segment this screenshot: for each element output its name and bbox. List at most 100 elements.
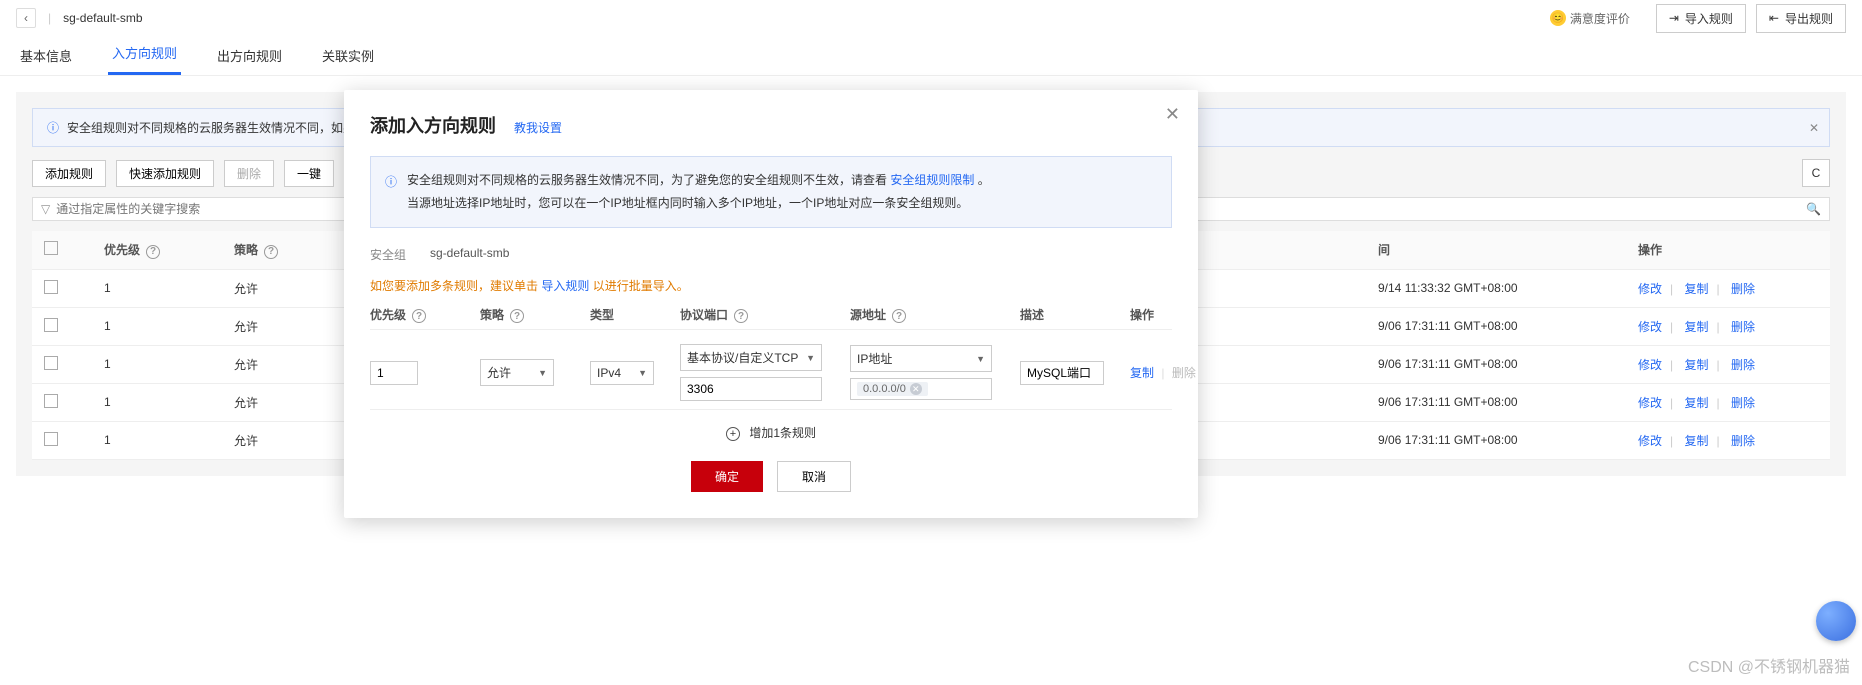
chevron-down-icon: ▼ <box>976 354 985 364</box>
row-actions: 修改| 复制| 删除 <box>1638 356 1818 373</box>
cell-priority: 1 <box>104 281 234 295</box>
topbar: ‹ | sg-default-smb 😊 满意度评价 ⇥ 导入规则 ⇤ 导出规则 <box>0 0 1862 36</box>
modal-title: 添加入方向规则 <box>370 112 496 138</box>
delete-link[interactable]: 删除 <box>1731 434 1755 448</box>
teach-me-link[interactable]: 教我设置 <box>514 119 562 136</box>
alert-text-1b: 。 <box>978 173 990 187</box>
help-icon[interactable]: ? <box>510 309 524 323</box>
delete-link[interactable]: 删除 <box>1731 396 1755 410</box>
cell-priority: 1 <box>104 319 234 333</box>
description-input[interactable] <box>1020 361 1104 385</box>
oneclick-button[interactable]: 一键 <box>284 160 334 187</box>
row-actions: 修改| 复制| 删除 <box>1638 432 1818 449</box>
import-icon: ⇥ <box>1669 11 1679 25</box>
row-checkbox[interactable] <box>44 280 58 294</box>
select-all-checkbox[interactable] <box>44 241 58 255</box>
cell-time: 9/06 17:31:11 GMT+08:00 <box>1378 357 1638 371</box>
modify-link[interactable]: 修改 <box>1638 396 1662 410</box>
tab-associate-instances[interactable]: 关联实例 <box>318 46 378 75</box>
ok-button[interactable]: 确定 <box>691 461 763 492</box>
back-button[interactable]: ‹ <box>16 8 36 28</box>
help-icon[interactable]: ? <box>146 245 160 259</box>
row-checkbox[interactable] <box>44 318 58 332</box>
ip-chip: 0.0.0.0/0 ✕ <box>857 382 928 396</box>
tab-inbound-rules[interactable]: 入方向规则 <box>108 43 181 75</box>
type-select[interactable]: IPv4▼ <box>590 361 654 385</box>
modify-link[interactable]: 修改 <box>1638 320 1662 334</box>
separator: | <box>48 11 51 25</box>
remove-chip-icon[interactable]: ✕ <box>910 383 922 395</box>
form-row: 允许▼ IPv4▼ 基本协议/自定义TCP▼ IP地址▼ 0.0.0.0/0 ✕… <box>370 330 1172 410</box>
refresh-button[interactable]: C <box>1802 159 1830 187</box>
port-input[interactable] <box>680 377 822 401</box>
row-checkbox[interactable] <box>44 432 58 446</box>
import-rules-button[interactable]: ⇥ 导入规则 <box>1656 4 1746 33</box>
search-icon[interactable]: 🔍 <box>1806 202 1821 216</box>
help-icon[interactable]: ? <box>264 245 278 259</box>
import-rules-link[interactable]: 导入规则 <box>541 279 589 293</box>
row-actions: 修改| 复制| 删除 <box>1638 280 1818 297</box>
col-time: 间 <box>1378 241 1638 258</box>
delete-link[interactable]: 删除 <box>1731 358 1755 372</box>
delete-link[interactable]: 删除 <box>1731 282 1755 296</box>
cell-time: 9/06 17:31:11 GMT+08:00 <box>1378 319 1638 333</box>
modify-link[interactable]: 修改 <box>1638 358 1662 372</box>
chevron-down-icon: ▼ <box>638 368 647 378</box>
tabs: 基本信息 入方向规则 出方向规则 关联实例 <box>0 36 1862 76</box>
copy-row-link[interactable]: 复制 <box>1130 366 1154 380</box>
modify-link[interactable]: 修改 <box>1638 282 1662 296</box>
assistant-ball[interactable] <box>1816 601 1856 641</box>
cell-priority: 1 <box>104 433 234 447</box>
tab-outbound-rules[interactable]: 出方向规则 <box>213 46 286 75</box>
quick-add-rule-button[interactable]: 快速添加规则 <box>116 160 214 187</box>
strategy-select[interactable]: 允许▼ <box>480 359 554 386</box>
cell-time: 9/06 17:31:11 GMT+08:00 <box>1378 395 1638 409</box>
sg-rule-limits-link[interactable]: 安全组规则限制 <box>890 173 974 187</box>
copy-link[interactable]: 复制 <box>1684 358 1708 372</box>
row-checkbox[interactable] <box>44 356 58 370</box>
export-icon: ⇤ <box>1769 11 1779 25</box>
close-icon[interactable]: ✕ <box>1165 104 1180 125</box>
alert-text-2: 当源地址选择IP地址时，您可以在一个IP地址框内同时输入多个IP地址，一个IP地… <box>407 192 990 215</box>
col-ops: 操作 <box>1638 241 1818 258</box>
help-icon[interactable]: ? <box>892 309 906 323</box>
copy-link[interactable]: 复制 <box>1684 434 1708 448</box>
protocol-select[interactable]: 基本协议/自定义TCP▼ <box>680 344 822 371</box>
import-tip: 如您要添加多条规则，建议单击 导入规则 以进行批量导入。 <box>370 277 1172 294</box>
cancel-button[interactable]: 取消 <box>777 461 851 492</box>
alert-text-1a: 安全组规则对不同规格的云服务器生效情况不同，为了避免您的安全组规则不生效，请查看 <box>407 173 887 187</box>
add-one-more-rule[interactable]: + 增加1条规则 <box>370 410 1172 447</box>
source-mode-select[interactable]: IP地址▼ <box>850 345 992 372</box>
cell-priority: 1 <box>104 395 234 409</box>
page-title: sg-default-smb <box>63 11 142 25</box>
copy-link[interactable]: 复制 <box>1684 396 1708 410</box>
help-icon[interactable]: ? <box>412 309 426 323</box>
export-rules-button[interactable]: ⇤ 导出规则 <box>1756 4 1846 33</box>
sg-label: 安全组 <box>370 246 406 263</box>
tab-basic-info[interactable]: 基本信息 <box>16 46 76 75</box>
page-alert-text: 安全组规则对不同规格的云服务器生效情况不同，如果您 <box>67 119 367 136</box>
help-icon[interactable]: ? <box>734 309 748 323</box>
rating-link[interactable]: 😊 满意度评价 <box>1550 10 1630 27</box>
delete-link[interactable]: 删除 <box>1731 320 1755 334</box>
delete-row-link[interactable]: 删除 <box>1172 366 1196 380</box>
chevron-down-icon: ▼ <box>806 353 815 363</box>
source-ip-input[interactable]: 0.0.0.0/0 ✕ <box>850 378 992 400</box>
rating-label: 满意度评价 <box>1570 10 1630 27</box>
plus-icon: + <box>726 427 740 441</box>
row-checkbox[interactable] <box>44 394 58 408</box>
priority-input[interactable] <box>370 361 418 385</box>
add-inbound-rule-modal: ✕ 添加入方向规则 教我设置 ⓘ 安全组规则对不同规格的云服务器生效情况不同，为… <box>344 90 1198 518</box>
cell-time: 9/14 11:33:32 GMT+08:00 <box>1378 281 1638 295</box>
copy-link[interactable]: 复制 <box>1684 282 1708 296</box>
modal-footer: 确定 取消 <box>370 461 1172 492</box>
close-icon[interactable]: ✕ <box>1809 121 1819 135</box>
security-group-row: 安全组 sg-default-smb <box>370 246 1172 263</box>
add-rule-button[interactable]: 添加规则 <box>32 160 106 187</box>
row-actions: 修改| 复制| 删除 <box>1638 318 1818 335</box>
modify-link[interactable]: 修改 <box>1638 434 1662 448</box>
form-header: 优先级? 策略? 类型 协议端口? 源地址? 描述 操作 <box>370 294 1172 331</box>
copy-link[interactable]: 复制 <box>1684 320 1708 334</box>
row-actions: 修改| 复制| 删除 <box>1638 394 1818 411</box>
delete-button[interactable]: 删除 <box>224 160 274 187</box>
